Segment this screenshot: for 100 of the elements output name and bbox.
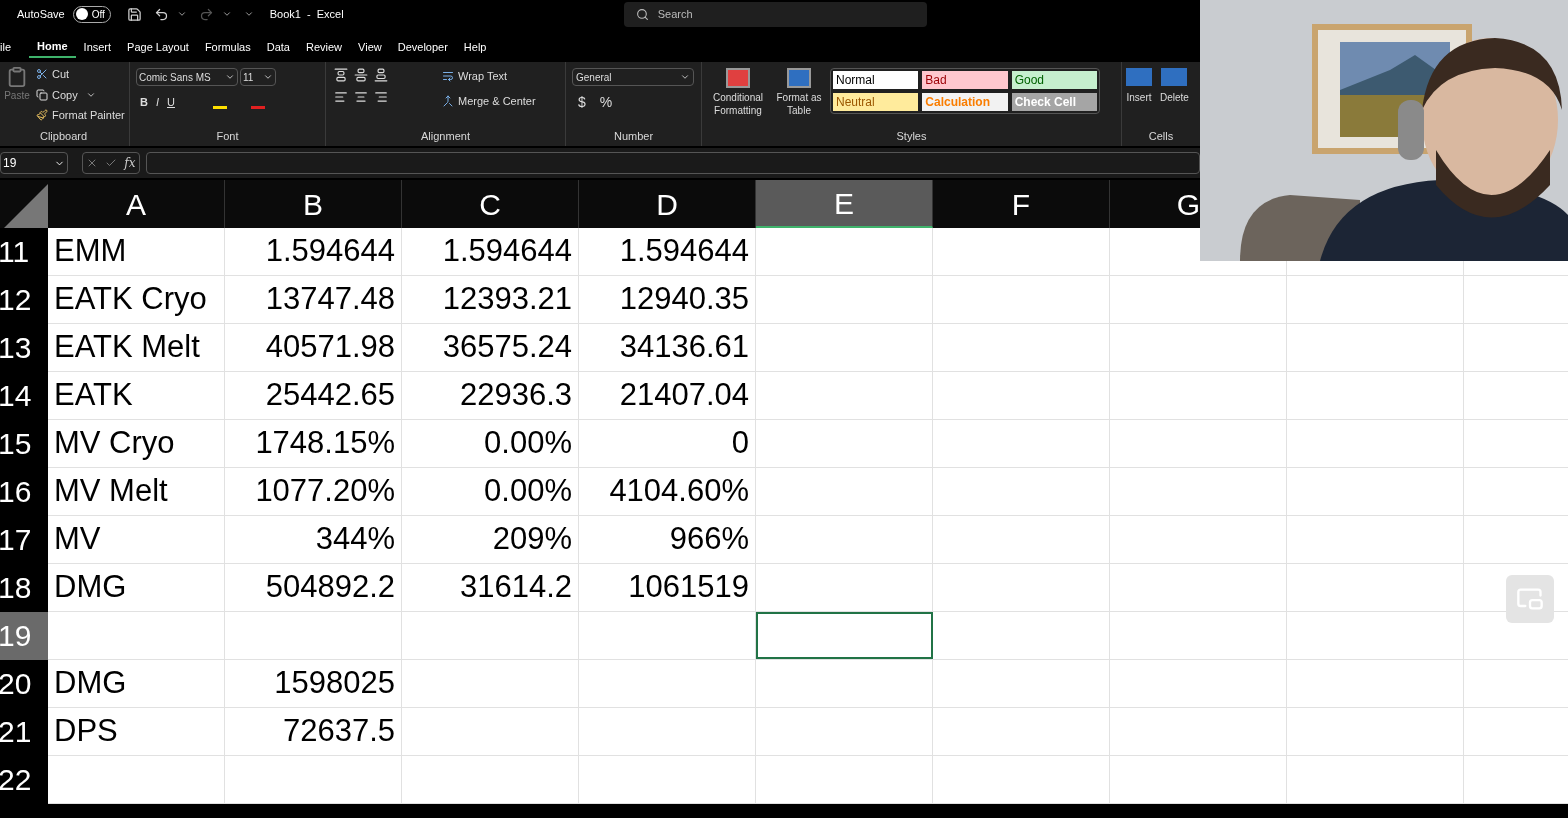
search-field[interactable]: Search — [623, 1, 927, 27]
name-box[interactable]: 19 — [0, 152, 68, 174]
table-cell-text: 1748.15% — [255, 424, 395, 463]
cell-style-option[interactable]: Good — [1011, 71, 1097, 89]
column-header[interactable]: E — [756, 180, 933, 228]
percent-button[interactable]: % — [599, 92, 613, 113]
insert-cells-button[interactable]: Insert — [1126, 68, 1152, 105]
bold-button[interactable]: B — [140, 94, 148, 111]
table-cell-text: 12940.35 — [619, 280, 749, 319]
table-cell-text: 1598025 — [274, 664, 395, 703]
table-cell-text: 40571.98 — [265, 328, 395, 367]
font-name-dropdown[interactable]: Comic Sans MS — [136, 68, 238, 86]
table-cell-text: MV Cryo — [54, 424, 175, 463]
table-cell-text: 22936.3 — [459, 376, 572, 415]
row-header[interactable]: 19 — [0, 612, 48, 660]
table-cell-text: 209% — [492, 520, 572, 559]
scissors-icon — [36, 68, 48, 81]
menu-tab[interactable]: Insert — [75, 36, 120, 58]
table-cell-text: 0 — [731, 424, 749, 463]
table-cell-text: 1077.20% — [255, 472, 395, 511]
table-cell-text: 504892.2 — [265, 568, 395, 607]
menu-tab[interactable]: Formulas — [196, 36, 259, 58]
cut-button[interactable]: Cut — [36, 66, 125, 83]
caret-icon — [176, 9, 187, 19]
table-cell-text: 4104.60% — [609, 472, 749, 511]
table-cell-text: EATK Melt — [54, 328, 200, 367]
table-cell-text: EATK Cryo — [54, 280, 207, 319]
table-cell-text: EMM — [54, 232, 127, 271]
clipboard-icon — [6, 66, 28, 88]
table-cell-text: 1.594644 — [619, 232, 749, 271]
undo-icon[interactable] — [153, 6, 169, 22]
table-cell-text: 1.594644 — [265, 232, 395, 271]
menu-tab[interactable]: Developer — [389, 36, 456, 58]
caret-icon — [263, 72, 273, 82]
table-cell-text: 34136.61 — [619, 328, 749, 367]
merge-icon — [442, 94, 454, 107]
table-cell-text: EATK — [54, 376, 133, 415]
selected-cell-outline[interactable] — [756, 612, 933, 659]
table-cell-text: 344% — [315, 520, 395, 559]
underline-button[interactable]: U — [167, 94, 175, 111]
group-label: Alignment — [421, 128, 470, 144]
menu-tab[interactable]: Page Layout — [119, 36, 197, 58]
format-painter-button[interactable]: Format Painter — [36, 107, 125, 124]
copy-icon — [36, 88, 48, 101]
italic-button[interactable]: I — [155, 94, 159, 111]
merge-center-button[interactable]: Merge & Center — [442, 92, 536, 109]
autosave-label: AutoSave — [17, 6, 65, 22]
table-cell-text: MV Melt — [54, 472, 168, 511]
group-label: Clipboard — [39, 128, 88, 144]
wrap-text-button[interactable]: Wrap Text — [442, 68, 536, 85]
formula-input[interactable] — [146, 152, 1200, 174]
table-cell-text: MV — [54, 520, 101, 559]
group-label: Number — [613, 128, 654, 144]
font-size-dropdown[interactable]: 11 — [240, 68, 276, 86]
align-center-icon[interactable] — [354, 90, 368, 104]
delete-cells-button[interactable]: Delete — [1160, 68, 1189, 105]
currency-button[interactable]: $ — [578, 92, 586, 113]
table-cell-text: DMG — [54, 568, 127, 607]
menu-tab[interactable]: ile — [0, 36, 29, 58]
save-icon[interactable] — [126, 6, 142, 22]
caret-icon — [221, 9, 232, 19]
table-cell-text: 13747.48 — [265, 280, 395, 319]
caret-icon — [225, 72, 235, 82]
menu-tab[interactable]: View — [350, 36, 390, 58]
table-cell-text: 72637.5 — [282, 712, 395, 751]
table-cell-text: 25442.65 — [265, 376, 395, 415]
menu-tab[interactable]: Data — [258, 36, 298, 58]
number-format-dropdown[interactable]: General — [572, 68, 694, 86]
menu-tab[interactable]: Home — [29, 36, 76, 58]
format-as-table-button[interactable]: Format as Table — [774, 68, 824, 117]
table-cell-text: 36575.24 — [442, 328, 572, 367]
group-label: Cells — [1148, 128, 1174, 144]
table-cell-text: 1.594644 — [442, 232, 572, 271]
middle-align-icon[interactable] — [354, 68, 368, 82]
table-cell-text: 0.00% — [484, 472, 572, 511]
copy-button[interactable]: Copy — [36, 86, 125, 103]
table-cell-text: DMG — [54, 664, 127, 703]
menu-tab[interactable]: Help — [455, 36, 495, 58]
bottom-align-icon[interactable] — [374, 68, 388, 82]
table-cell-text: 0.00% — [484, 424, 572, 463]
window-title: Book1 - Excel — [269, 6, 344, 22]
top-align-icon[interactable] — [334, 68, 348, 82]
table-cell-text: 12393.21 — [442, 280, 572, 319]
conditional-formatting-button[interactable]: Conditional Formatting — [708, 68, 768, 117]
paintbrush-icon — [36, 109, 48, 122]
redo-icon[interactable] — [198, 6, 214, 22]
enter-icon[interactable] — [105, 157, 118, 169]
cell-style-option[interactable]: Bad — [922, 71, 1008, 89]
group-label: Font — [216, 128, 239, 144]
align-right-icon[interactable] — [374, 90, 388, 104]
table-cell-text: 31614.2 — [459, 568, 572, 607]
table-cell-text: 1061519 — [628, 568, 749, 607]
align-left-icon[interactable] — [334, 90, 348, 104]
table-cell-text: DPS — [54, 712, 118, 751]
table-cell-text: 966% — [669, 520, 749, 559]
insert-function-button[interactable]: fx — [124, 154, 136, 172]
menu-tab[interactable]: Review — [297, 36, 351, 58]
cell-style-option[interactable]: Normal — [833, 71, 919, 89]
caret-icon — [680, 72, 690, 82]
cell-style-option[interactable]: Neutral — [833, 93, 919, 111]
